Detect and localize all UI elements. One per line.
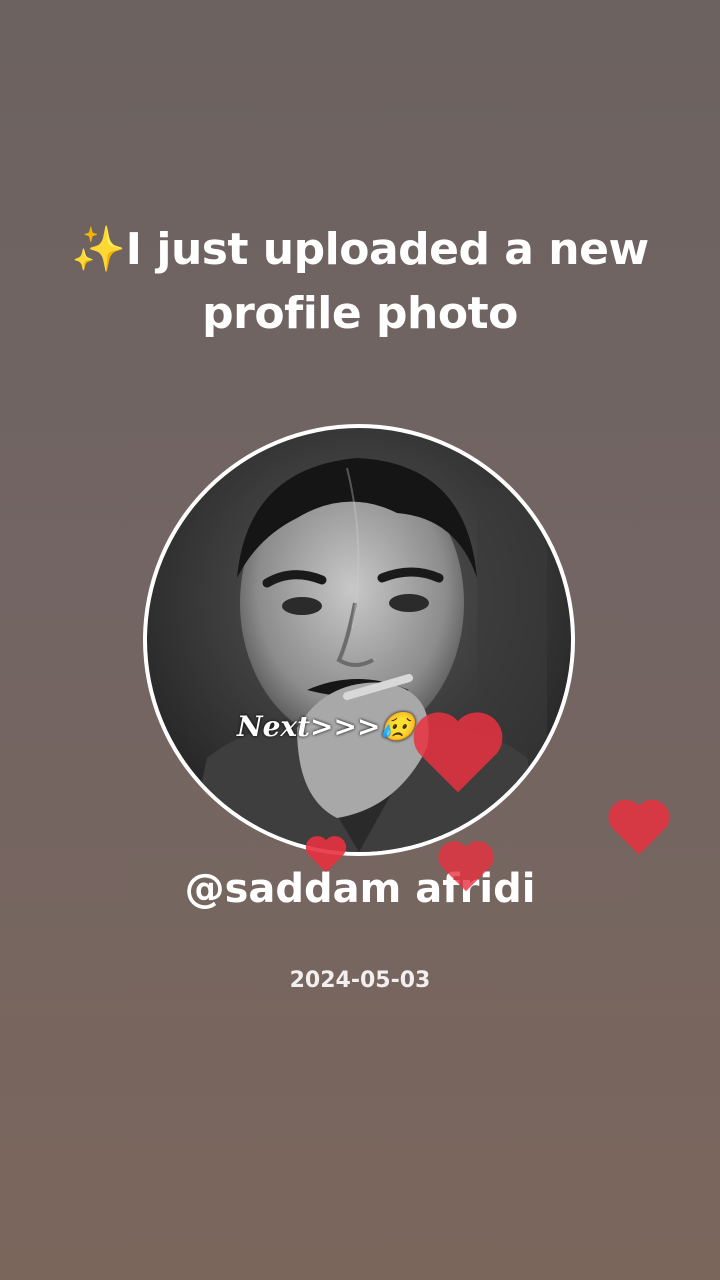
heart-icon <box>438 841 494 892</box>
username: @saddam afridi <box>184 866 536 912</box>
heart-icon <box>305 836 347 873</box>
heart-icon <box>413 712 503 793</box>
heart-icon <box>608 799 670 855</box>
upload-date: 2024-05-03 <box>289 968 431 993</box>
profile-photo-frame[interactable]: Next>>>😥 <box>143 424 575 856</box>
sparkle-icon: ✨ <box>71 224 126 275</box>
headline-text: I just uploaded a new profile photo <box>125 224 649 339</box>
profile-photo-image <box>147 428 571 852</box>
photo-caption: Next>>>😥 <box>237 710 416 743</box>
profile-photo[interactable]: Next>>>😥 <box>147 428 571 852</box>
headline: ✨I just uploaded a new profile photo <box>40 218 680 346</box>
